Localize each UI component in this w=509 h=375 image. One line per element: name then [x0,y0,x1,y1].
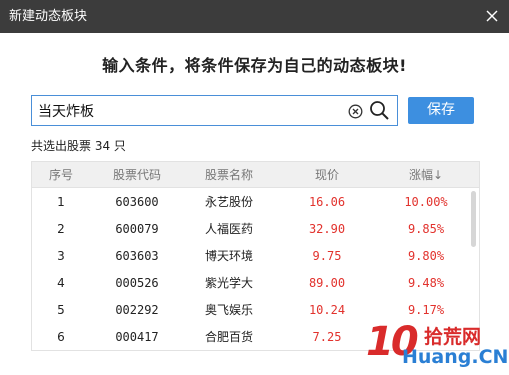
stock-code: 603600 [115,195,159,209]
table-scrollbar[interactable] [471,191,476,247]
dialog-headline: 输入条件，将条件保存为自己的动态板块! [102,56,407,75]
stock-change: 9.85% [407,222,445,236]
stock-code: 600079 [115,222,159,236]
search-box [31,95,398,126]
stock-change: 9.48% [407,276,445,290]
stock-name: 人福医药 [204,222,253,236]
table-row[interactable]: 2 600079 人福医药 32.90 9.85% [32,216,472,243]
stock-code: 000526 [115,276,159,290]
stock-price: 9.75 [312,249,342,263]
stock-name: 博天环境 [204,249,253,263]
row-index: 1 [57,195,65,209]
column-header-name[interactable]: 股票名称 [184,162,274,188]
table-row[interactable]: 4 000526 紫光学大 89.00 9.48% [32,270,472,297]
stock-code: 603603 [115,249,159,263]
stock-name: 奥飞娱乐 [204,303,253,317]
table-row[interactable]: 3 603603 博天环境 9.75 9.80% [32,243,472,270]
clear-icon[interactable] [348,104,363,119]
row-index: 5 [57,303,65,317]
stock-price: 16.06 [308,195,346,209]
stock-price: 7.25 [312,330,342,344]
window-title: 新建动态板块 [9,9,88,24]
stock-name: 紫光学大 [204,276,253,290]
table-row[interactable]: 1 603600 永艺股份 16.06 10.00% [32,189,472,216]
stock-code: 002292 [115,303,159,317]
watermark-chinese: 拾荒网 [424,326,482,348]
watermark-logo: 10 拾荒网 Huang.CN [366,318,509,372]
window-titlebar: 新建动态板块 [0,0,509,33]
stock-change: 9.80% [407,249,445,263]
result-count: 共选出股票 34 只 [31,139,126,153]
stock-price: 10.24 [308,303,346,317]
stock-name: 永艺股份 [204,195,253,209]
stock-price: 89.00 [308,276,346,290]
stock-price: 32.90 [308,222,346,236]
column-header-price[interactable]: 现价 [274,162,380,188]
save-button[interactable]: 保存 [408,97,474,124]
column-header-code[interactable]: 股票代码 [90,162,184,188]
stock-name: 合肥百货 [204,330,253,344]
column-header-index[interactable]: 序号 [32,162,90,188]
stock-change: 10.00% [404,195,448,209]
watermark-url: Huang.CN [402,346,509,368]
search-icon[interactable] [369,100,390,121]
row-index: 4 [57,276,65,290]
stock-code: 000417 [115,330,159,344]
table-header: 序号 股票代码 股票名称 现价 涨幅↓ [32,162,479,188]
condition-input[interactable] [38,100,338,121]
close-icon[interactable] [485,9,499,23]
row-index: 3 [57,249,65,263]
column-header-change[interactable]: 涨幅↓ [380,162,472,188]
row-index: 2 [57,222,65,236]
row-index: 6 [57,330,65,344]
